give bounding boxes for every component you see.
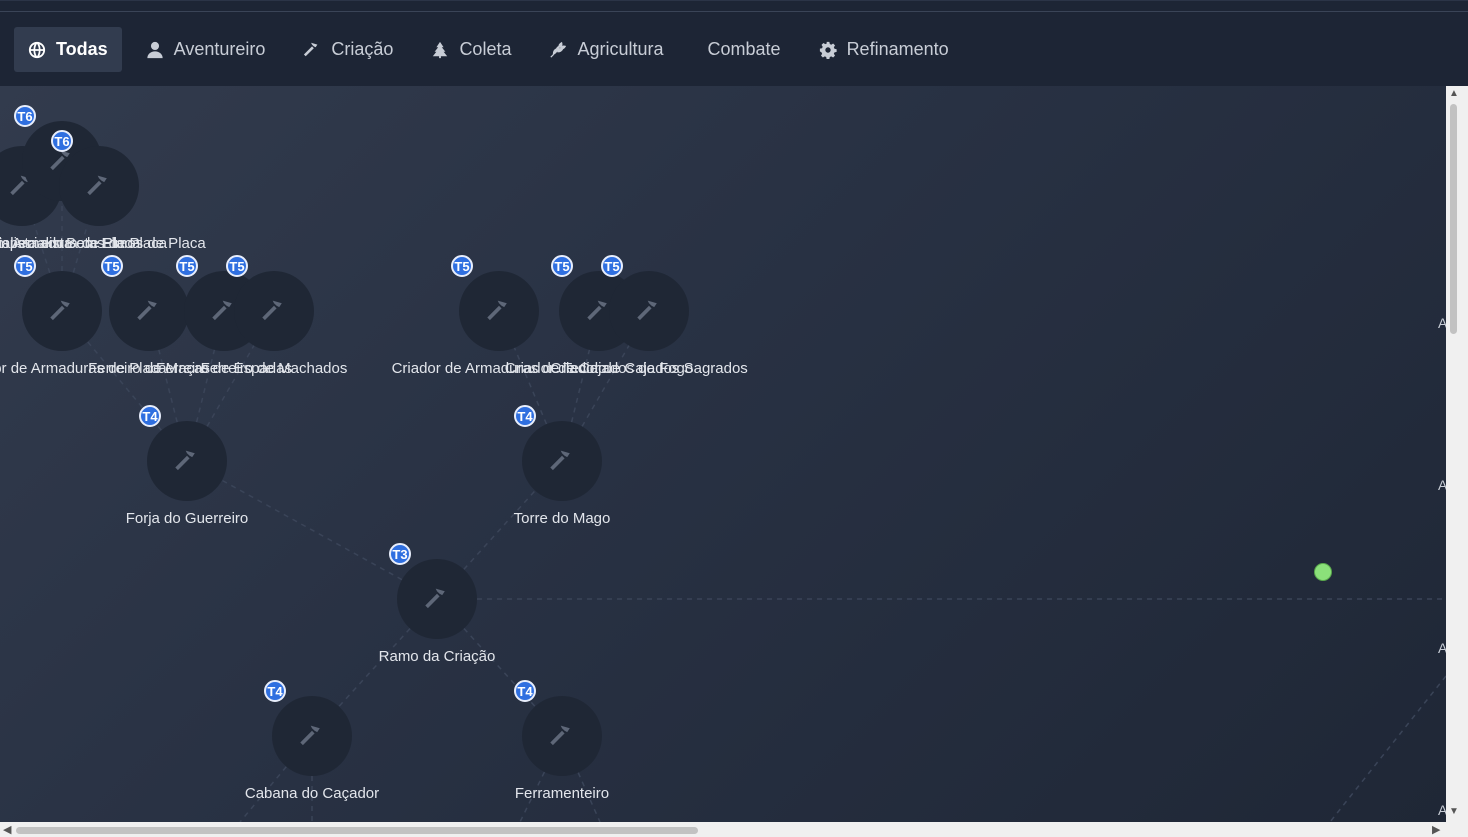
tab-coleta[interactable]: Coleta [417,27,525,72]
tier-badge: T3 [389,543,411,565]
top-navigation-bar: Todas Aventureiro Criação Coleta Agricul… [0,0,1468,86]
tab-todas[interactable]: Todas [14,27,122,72]
skill-node[interactable]: T5 Criador de Armaduras de Tecido [392,255,606,377]
tab-label: Agricultura [577,39,664,59]
skill-node[interactable]: T4 Ferramenteiro [514,680,609,802]
scrollbar-corner [1446,822,1468,837]
offscreen-node-label: A [1438,802,1446,818]
tier-badge: T5 [226,255,248,277]
user-icon [146,41,164,59]
tier-badge: T5 [176,255,198,277]
hammer-icon [262,300,282,321]
hammer-icon [137,300,157,321]
node-circle [272,696,352,776]
tier-badge: T5 [14,255,36,277]
wheat-icon [549,41,567,59]
scroll-down-icon[interactable]: ▼ [1449,806,1459,817]
node-label: Forja do Guerreiro [125,510,249,527]
node-circle [522,421,602,501]
skill-node[interactable]: T5 Criador de Armaduras de Placa [0,255,167,377]
tab-label: Todas [56,39,108,59]
tier-badge: T5 [101,255,123,277]
offscreen-node-label: A [1438,477,1446,493]
tier-badge: T5 [601,255,623,277]
tier-badge: T5 [551,255,573,277]
node-label: Especialista em Elmos de Placa [0,235,206,252]
offscreen-node-label: A [1438,315,1446,331]
hammer-icon [50,300,70,321]
scroll-up-icon[interactable]: ▲ [1449,88,1459,99]
node-label: Criador de Cajados Sagrados [550,360,748,377]
tier-badge: T5 [451,255,473,277]
tier-badge: T6 [14,105,36,127]
skill-node[interactable]: T5 Criador de Cajados Sagrados [550,255,748,377]
edge [1329,675,1446,822]
skill-node[interactable]: T5 Ferreiro de Maças [88,255,210,377]
skill-node[interactable]: T5 Ferreiro de Machados [201,255,347,377]
skill-node[interactable]: T4 Torre do Mago [514,405,610,527]
hammer-icon [175,450,195,471]
node-circle [234,271,314,351]
horizontal-scrollbar[interactable]: ◀ ▶ [0,822,1446,837]
node-circle [522,696,602,776]
vertical-scroll-thumb[interactable] [1450,104,1457,334]
skill-node[interactable]: T6 Especialista em Elmos de Placa [0,130,206,252]
top-divider [0,11,1468,12]
hammer-icon [425,588,445,609]
tree-icon [431,41,449,59]
node-circle [109,271,189,351]
horizontal-scroll-thumb[interactable] [16,827,698,834]
tier-badge: T4 [264,680,286,702]
tier-badge: T6 [51,130,73,152]
tab-label: Criação [331,39,394,59]
scroll-left-icon[interactable]: ◀ [3,823,11,836]
node-label: Cabana do Caçador [244,785,380,802]
skill-node[interactable]: T3 Ramo da Criação [379,543,495,665]
hammer-icon [550,725,570,746]
scroll-right-icon[interactable]: ▶ [1432,823,1440,836]
node-label: Ferreiro de Machados [200,360,348,377]
tab-agricultura[interactable]: Agricultura [535,27,677,72]
node-circle [397,559,477,639]
tab-label: Aventureiro [173,39,266,59]
tab-criacao[interactable]: Criação [289,27,407,72]
tier-badge: T4 [139,405,161,427]
gear-icon [819,41,837,59]
node-circle [609,271,689,351]
node-circle [59,146,139,226]
node-label: Ferramenteiro [514,785,610,802]
status-dot[interactable] [1314,563,1332,581]
node-label: Ramo da Criação [378,648,496,665]
hammer-icon [87,175,107,196]
tab-label: Coleta [459,39,512,59]
vertical-scrollbar[interactable]: ▲ ▼ [1446,86,1468,822]
hammer-icon [550,450,570,471]
hammer-icon [487,300,507,321]
tab-label: Refinamento [846,39,949,59]
tab-refinamento[interactable]: Refinamento [805,27,963,72]
hammer-icon [637,300,657,321]
tab-label: Combate [707,39,781,59]
node-circle [147,421,227,501]
tier-badge: T4 [514,680,536,702]
tab-aventureiro[interactable]: Aventureiro [132,27,280,72]
skill-node[interactable]: T4 Cabana do Caçador [245,680,379,802]
tier-badge: T4 [514,405,536,427]
skill-tree-canvas[interactable]: T6 Especialista em Armadura de Placa T6 … [0,86,1446,822]
node-circle [459,271,539,351]
hammer-icon [300,725,320,746]
offscreen-node-label: A [1438,640,1446,656]
node-circle [22,271,102,351]
category-tabs: Todas Aventureiro Criação Coleta Agricul… [14,27,973,72]
skill-node[interactable]: T4 Forja do Guerreiro [126,405,248,527]
tab-combate[interactable]: Combate [694,27,795,72]
hammer-icon [303,41,321,59]
globe-icon [28,41,46,59]
node-label: Torre do Mago [513,510,611,527]
